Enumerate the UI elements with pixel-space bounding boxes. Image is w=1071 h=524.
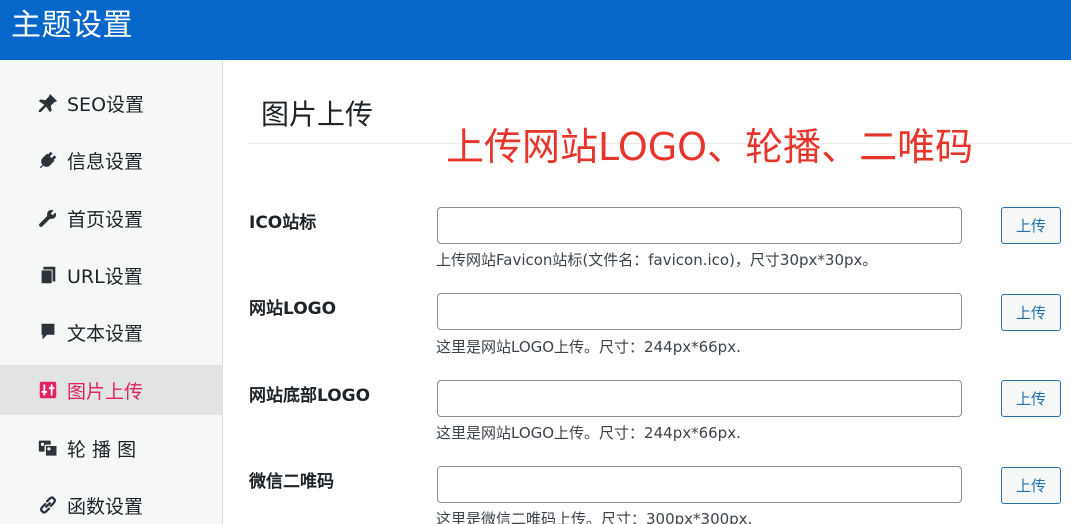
upload-logo-button[interactable]: 上传: [1001, 294, 1061, 331]
sidebar-item-label: 首页设置: [67, 208, 144, 231]
field-description-logo: 这里是网站LOGO上传。尺寸：244px*66px.: [436, 338, 741, 356]
sidebar-item-label: URL设置: [67, 265, 143, 288]
upload-wechat-qr-button[interactable]: 上传: [1001, 467, 1061, 504]
sidebar-item-label: SEO设置: [67, 93, 145, 116]
sidebar-item-functions[interactable]: 函数设置: [0, 480, 222, 524]
upload-ico-button[interactable]: 上传: [1001, 207, 1061, 244]
pin-icon: [36, 91, 60, 115]
sidebar-item-seo[interactable]: SEO设置: [0, 78, 222, 128]
upload-footer-logo-button[interactable]: 上传: [1001, 380, 1061, 417]
field-label-ico: ICO站标: [249, 213, 317, 233]
page-title: 主题设置: [11, 8, 133, 43]
wrench-icon: [36, 206, 60, 230]
sidebar-item-url[interactable]: URL设置: [0, 250, 222, 300]
sidebar-item-info[interactable]: 信息设置: [0, 135, 222, 185]
images-icon: [36, 436, 60, 460]
sidebar-item-home[interactable]: 首页设置: [0, 193, 222, 243]
link-icon: [36, 493, 60, 517]
sidebar-item-text[interactable]: 文本设置: [0, 307, 222, 357]
logo-url-input[interactable]: [437, 293, 962, 330]
wechat-qr-url-input[interactable]: [437, 466, 962, 503]
sidebar-item-carousel[interactable]: 轮 播 图: [0, 423, 222, 473]
sliders-icon: [36, 378, 60, 402]
field-description-wechat-qr: 这里是微信二唯码上传。尺寸：300px*300px.: [436, 510, 753, 524]
sidebar-item-label: 函数设置: [67, 495, 144, 518]
sidebar-item-image-upload[interactable]: 图片上传: [0, 365, 222, 415]
annotation-text: 上传网站LOGO、轮播、二唯码: [446, 125, 974, 169]
field-label-wechat-qr: 微信二唯码: [249, 472, 334, 492]
sidebar-item-label: 文本设置: [67, 322, 144, 345]
field-description-ico: 上传网站Favicon站标(文件名：favicon.ico)，尺寸30px*30…: [436, 251, 878, 269]
sidebar-item-label: 轮 播 图: [67, 438, 137, 461]
comment-icon: [36, 320, 60, 344]
field-label-logo: 网站LOGO: [249, 299, 337, 319]
sidebar-item-label: 信息设置: [67, 150, 144, 173]
pages-icon: [36, 263, 60, 287]
ico-url-input[interactable]: [437, 207, 962, 244]
header-bar: 主题设置: [0, 0, 1071, 60]
footer-logo-url-input[interactable]: [437, 380, 962, 417]
field-label-footer-logo: 网站底部LOGO: [249, 386, 371, 406]
field-description-footer-logo: 这里是网站LOGO上传。尺寸：244px*66px.: [436, 424, 741, 442]
plug-icon: [36, 148, 60, 172]
section-title: 图片上传: [261, 98, 374, 131]
sidebar-item-label: 图片上传: [67, 380, 144, 403]
